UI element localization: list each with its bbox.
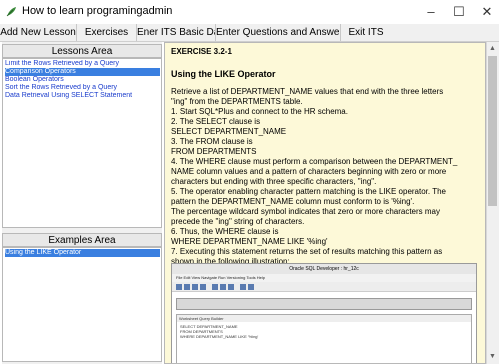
- body-line: Retrieve a list of DEPARTMENT_NAME value…: [171, 87, 444, 96]
- menu-exit-its[interactable]: Exit ITS: [341, 24, 391, 41]
- feather-app-icon: [5, 5, 18, 18]
- lesson-item-limit-rows[interactable]: Limit the Rows Retrieved by a Query: [5, 60, 160, 68]
- close-button[interactable]: ✕: [474, 3, 499, 21]
- body-line: 4. The WHERE clause must perform a compa…: [171, 157, 458, 166]
- illustration-menu: File Edit View Navigate Run Versioning T…: [172, 274, 476, 282]
- lesson-item-boolean-operators[interactable]: Boolean Operators: [5, 76, 160, 84]
- body-line: 5. The operator enabling character patte…: [171, 187, 446, 196]
- maximize-button[interactable]: ☐: [446, 3, 472, 21]
- lesson-item-comparison-operators[interactable]: Comparison Operators: [5, 68, 160, 76]
- exercise-heading: EXERCISE 3.2-1: [171, 47, 232, 56]
- exercise-body: Retrieve a list of DEPARTMENT_NAME value…: [171, 87, 483, 267]
- illustration-worksheet-tabs: Worksheet Query Builder: [177, 315, 471, 322]
- chevron-up-icon[interactable]: ▲: [488, 44, 497, 53]
- body-line: "ing" from the DEPARTMENTS table.: [171, 97, 303, 106]
- scrollbar-thumb[interactable]: [488, 56, 497, 206]
- lesson-item-sort-rows[interactable]: Sort the Rows Retrieved by a Query: [5, 84, 160, 92]
- illustration-worksheet-toolbar: [176, 298, 472, 310]
- examples-list[interactable]: Using the LIKE Operator: [2, 247, 162, 362]
- body-line: 2. The SELECT clause is: [171, 117, 261, 126]
- body-line: precede the "ing" string of characters.: [171, 217, 305, 226]
- example-item-like-operator[interactable]: Using the LIKE Operator: [5, 249, 160, 257]
- toolbar-icon: [212, 284, 218, 290]
- window-title: How to learn programingadmin: [22, 5, 173, 17]
- body-line: FROM DEPARTMENTS: [171, 147, 257, 156]
- menu-add-new-lesson[interactable]: Add New Lesson: [0, 24, 77, 41]
- toolbar-icon: [184, 284, 190, 290]
- minimize-button[interactable]: –: [418, 3, 444, 21]
- menu-enter-basic-data[interactable]: Ener ITS Basic Data: [137, 24, 216, 41]
- illustration-sql: SELECT DEPARTMENT_NAME FROM DEPARTMENTS …: [180, 324, 259, 339]
- lessons-list[interactable]: Limit the Rows Retrieved by a Query Comp…: [2, 58, 162, 228]
- examples-area-header: Examples Area: [2, 233, 162, 247]
- toolbar-icon: [248, 284, 254, 290]
- body-line: 6. Thus, the WHERE clause is: [171, 227, 279, 236]
- sql-developer-illustration: Oracle SQL Developer : hr_12c File Edit …: [171, 263, 477, 363]
- exercise-subheading: Using the LIKE Operator: [171, 69, 276, 79]
- toolbar-icon: [220, 284, 226, 290]
- toolbar-icon: [200, 284, 206, 290]
- body-line: 7. Executing this statement returns the …: [171, 247, 443, 256]
- lesson-item-data-retrieval-select[interactable]: Data Retrieval Using SELECT Statement: [5, 92, 160, 100]
- illustration-title: Oracle SQL Developer : hr_12c: [172, 264, 476, 274]
- toolbar-icon: [228, 284, 234, 290]
- lessons-area-header: Lessons Area: [2, 44, 162, 58]
- body-line: The percentage wildcard symbol indicates…: [171, 207, 441, 216]
- body-line: pattern the DEPARTMENT_NAME column must …: [171, 197, 415, 206]
- body-line: 1. Start SQL*Plus and connect to the HR …: [171, 107, 348, 116]
- lesson-content-panel[interactable]: EXERCISE 3.2-1 Using the LIKE Operator R…: [164, 42, 486, 364]
- toolbar-icon: [176, 284, 182, 290]
- menu-enter-questions-answers[interactable]: Enter Questions and Answers: [216, 24, 341, 41]
- toolbar-icon: [240, 284, 246, 290]
- toolbar-icon: [192, 284, 198, 290]
- body-line: characters but ending with three specifi…: [171, 177, 377, 186]
- illustration-worksheet: Worksheet Query Builder SELECT DEPARTMEN…: [176, 314, 472, 363]
- menu-exercises[interactable]: Exercises: [77, 24, 137, 41]
- body-line: WHERE DEPARTMENT_NAME LIKE '%ing': [171, 237, 328, 246]
- chevron-down-icon[interactable]: ▼: [488, 352, 497, 361]
- illustration-toolbar: [172, 282, 476, 292]
- menu-bar: Add New Lesson Exercises Ener ITS Basic …: [0, 24, 499, 42]
- body-line: NAME column values and a pattern of char…: [171, 167, 447, 176]
- body-line: SELECT DEPARTMENT_NAME: [171, 127, 287, 136]
- body-line: 3. The FROM clause is: [171, 137, 253, 146]
